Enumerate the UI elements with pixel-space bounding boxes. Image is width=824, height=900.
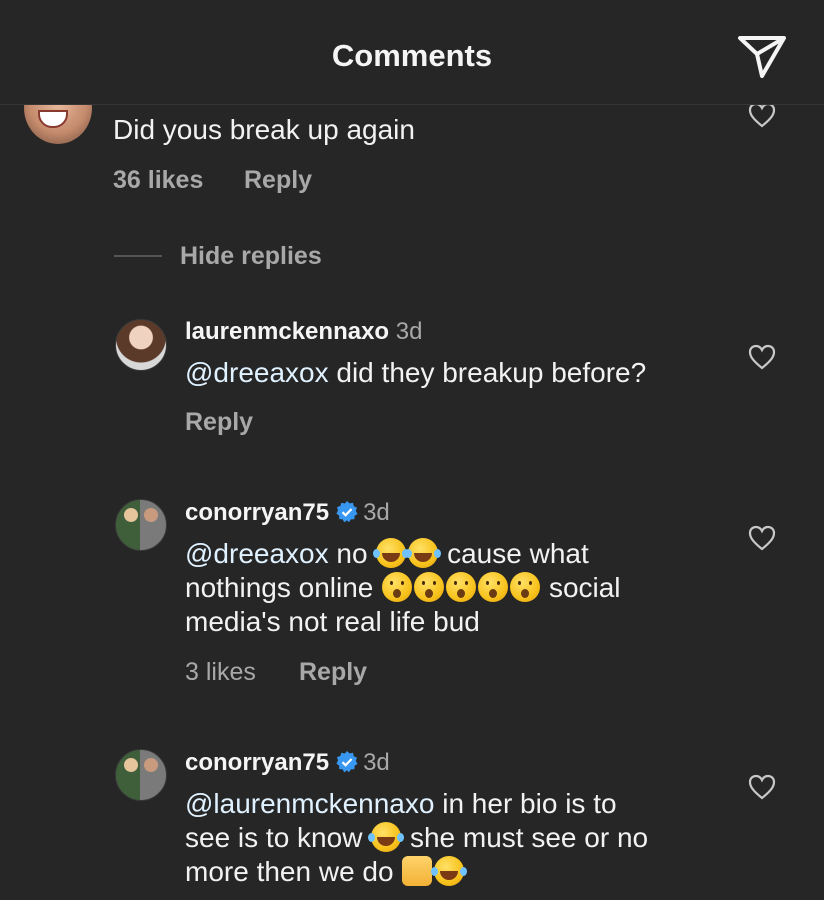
reply-text: @dreeaxox did they breakup before? [185, 356, 646, 390]
reply-text-line-1: @dreeaxox no cause what [185, 537, 589, 571]
heart-icon[interactable] [748, 344, 776, 370]
like-count[interactable]: 3 likes [185, 658, 256, 687]
verified-badge-icon [336, 501, 358, 523]
reply-button[interactable]: Reply [299, 658, 367, 687]
timestamp: 3d [363, 499, 390, 526]
mention-link[interactable]: @dreeaxox [185, 538, 329, 569]
verified-badge-icon [336, 751, 358, 773]
tears-of-joy-emoji [405, 538, 439, 568]
header: Comments [0, 0, 824, 105]
mention-link[interactable]: @dreeaxox [185, 357, 329, 388]
hide-replies-button[interactable]: Hide replies [180, 242, 322, 271]
hushed-face-emoji [510, 572, 541, 602]
hushed-face-emoji [478, 572, 509, 602]
reply-text-fragment: she must see or no [409, 822, 649, 853]
raising-hands-emoji [402, 856, 433, 886]
reply-text-line: did they breakup before? [328, 357, 647, 388]
reply-text-fragment: social [548, 572, 621, 603]
hushed-face-emoji [382, 572, 413, 602]
heart-icon[interactable] [748, 774, 776, 800]
reply-text-line-3: more then we do [185, 855, 465, 889]
avatar-laurenmckennaxo[interactable] [115, 319, 167, 371]
avatar-conorryan75[interactable] [115, 499, 167, 551]
reply-text-line-3: media's not real life bud [185, 606, 480, 637]
reply-header: conorryan75 3d [185, 499, 390, 527]
reply-text-fragment: no [328, 538, 368, 569]
reply-text-fragment: cause what [447, 538, 589, 569]
hushed-face-emoji [414, 572, 445, 602]
send-icon [738, 36, 786, 78]
send-button[interactable] [736, 34, 788, 80]
username[interactable]: conorryan75 [185, 499, 329, 526]
hide-replies-divider [114, 255, 162, 257]
reply-text-fragment: more then we do [185, 856, 394, 887]
timestamp: 3d [395, 318, 423, 345]
heart-icon[interactable] [748, 102, 776, 128]
reply-button[interactable]: Reply [185, 408, 253, 437]
reply-header: conorryan75 3d [185, 749, 390, 777]
username[interactable]: conorryan75 [185, 749, 329, 776]
reply-button[interactable]: Reply [244, 166, 312, 195]
tears-of-joy-emoji [373, 538, 407, 568]
avatar-conorryan75[interactable] [115, 749, 167, 801]
page-title: Comments [331, 38, 493, 73]
username[interactable]: laurenmckennaxo [185, 318, 389, 345]
heart-icon[interactable] [748, 525, 776, 551]
reply-text-fragment: nothings online [185, 572, 374, 603]
hushed-face-emoji [446, 572, 477, 602]
like-count[interactable]: 36 likes [113, 166, 203, 195]
reply-text-line-2: see is to know she must see or no [185, 821, 648, 855]
reply-text-fragment: see is to know [185, 822, 363, 853]
tears-of-joy-emoji [431, 856, 465, 886]
comments-screen: Comments Did yous break up again 36 like… [0, 0, 824, 900]
comment-text: Did yous break up again [113, 114, 415, 145]
reply-text-line-1: @laurenmckennaxo in her bio is to [185, 787, 617, 821]
reply-text-line-2: nothings online social [185, 571, 621, 605]
timestamp: 3d [363, 749, 390, 776]
reply-text-fragment: in her bio is to [434, 788, 617, 819]
mention-link[interactable]: @laurenmckennaxo [185, 788, 434, 819]
reply-header: laurenmckennaxo 3d [185, 318, 422, 346]
tears-of-joy-emoji [368, 822, 402, 852]
